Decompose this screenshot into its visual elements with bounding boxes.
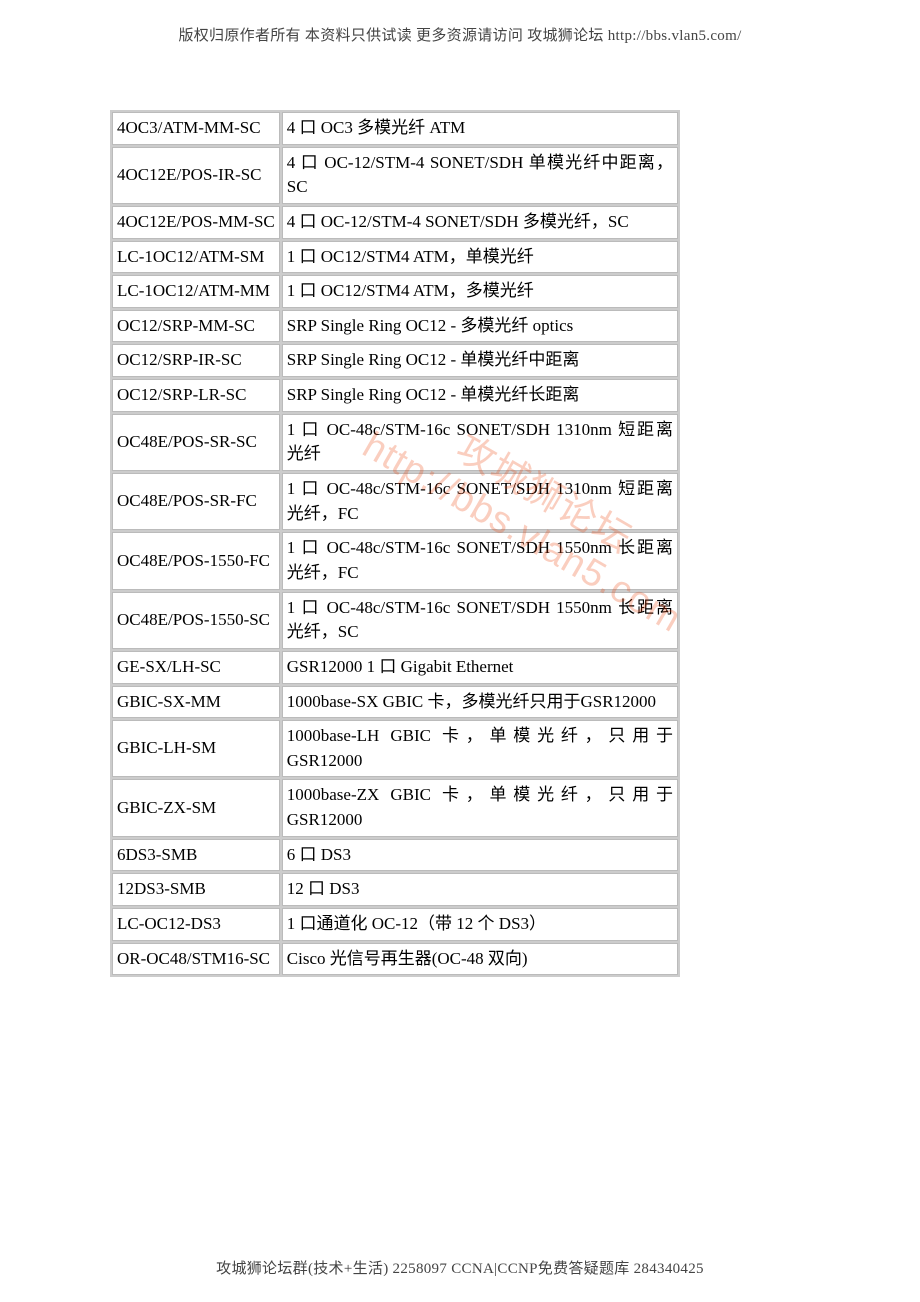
product-code-cell: OC48E/POS-1550-SC [112,592,280,649]
table-row: OC12/SRP-IR-SCSRP Single Ring OC12 - 单模光… [112,344,678,377]
product-desc-cell: 12 口 DS3 [282,873,678,906]
table-row: LC-1OC12/ATM-SM1 口 OC12/STM4 ATM，单模光纤 [112,241,678,274]
product-desc-cell: 1000base-SX GBIC 卡，多模光纤只用于GSR12000 [282,686,678,719]
product-code-cell: 12DS3-SMB [112,873,280,906]
product-desc-cell: 1 口 OC12/STM4 ATM，单模光纤 [282,241,678,274]
table-row: GBIC-SX-MM1000base-SX GBIC 卡，多模光纤只用于GSR1… [112,686,678,719]
table-row: OC12/SRP-LR-SCSRP Single Ring OC12 - 单模光… [112,379,678,412]
product-code-cell: GBIC-ZX-SM [112,779,280,836]
table-row: OC48E/POS-1550-SC1 口 OC-48c/STM-16c SONE… [112,592,678,649]
product-code-cell: OC48E/POS-SR-SC [112,414,280,471]
table-row: LC-OC12-DS31 口通道化 OC-12（带 12 个 DS3） [112,908,678,941]
product-code-cell: OR-OC48/STM16-SC [112,943,280,976]
product-desc-cell: 1 口 OC-48c/STM-16c SONET/SDH 1550nm 长距离光… [282,532,678,589]
page-body: 4OC3/ATM-MM-SC4 口 OC3 多模光纤 ATM4OC12E/POS… [110,110,810,977]
product-code-cell: LC-1OC12/ATM-SM [112,241,280,274]
product-code-cell: LC-OC12-DS3 [112,908,280,941]
product-code-cell: 4OC3/ATM-MM-SC [112,112,280,145]
product-desc-cell: 1 口 OC-48c/STM-16c SONET/SDH 1310nm 短距离光… [282,414,678,471]
product-code-cell: 4OC12E/POS-IR-SC [112,147,280,204]
product-desc-cell: 4 口 OC3 多模光纤 ATM [282,112,678,145]
product-desc-cell: Cisco 光信号再生器(OC-48 双向) [282,943,678,976]
product-code-cell: OC48E/POS-SR-FC [112,473,280,530]
product-code-cell: OC48E/POS-1550-FC [112,532,280,589]
table-row: OR-OC48/STM16-SCCisco 光信号再生器(OC-48 双向) [112,943,678,976]
product-desc-cell: SRP Single Ring OC12 - 多模光纤 optics [282,310,678,343]
product-desc-cell: 4 口 OC-12/STM-4 SONET/SDH 多模光纤，SC [282,206,678,239]
product-desc-cell: GSR12000 1 口 Gigabit Ethernet [282,651,678,684]
product-code-cell: LC-1OC12/ATM-MM [112,275,280,308]
page-header: 版权归原作者所有 本资料只供试读 更多资源请访问 攻城狮论坛 http://bb… [0,24,920,45]
product-desc-cell: 1 口 OC12/STM4 ATM，多模光纤 [282,275,678,308]
table-row: OC12/SRP-MM-SCSRP Single Ring OC12 - 多模光… [112,310,678,343]
product-desc-cell: SRP Single Ring OC12 - 单模光纤长距离 [282,379,678,412]
product-desc-cell: 1 口通道化 OC-12（带 12 个 DS3） [282,908,678,941]
product-code-cell: 6DS3-SMB [112,839,280,872]
product-code-cell: OC12/SRP-MM-SC [112,310,280,343]
table-row: 4OC3/ATM-MM-SC4 口 OC3 多模光纤 ATM [112,112,678,145]
product-desc-cell: SRP Single Ring OC12 - 单模光纤中距离 [282,344,678,377]
table-row: 4OC12E/POS-MM-SC4 口 OC-12/STM-4 SONET/SD… [112,206,678,239]
product-code-cell: GE-SX/LH-SC [112,651,280,684]
product-table: 4OC3/ATM-MM-SC4 口 OC3 多模光纤 ATM4OC12E/POS… [110,110,680,977]
table-row: OC48E/POS-SR-SC1 口 OC-48c/STM-16c SONET/… [112,414,678,471]
product-desc-cell: 4 口 OC-12/STM-4 SONET/SDH 单模光纤中距离，SC [282,147,678,204]
page-footer: 攻城狮论坛群(技术+生活) 2258097 CCNA|CCNP免费答疑题库 28… [0,1257,920,1278]
product-code-cell: GBIC-LH-SM [112,720,280,777]
table-row: OC48E/POS-1550-FC1 口 OC-48c/STM-16c SONE… [112,532,678,589]
product-code-cell: GBIC-SX-MM [112,686,280,719]
product-code-cell: OC12/SRP-LR-SC [112,379,280,412]
product-desc-cell: 1 口 OC-48c/STM-16c SONET/SDH 1550nm 长距离光… [282,592,678,649]
product-desc-cell: 1000base-LH GBIC 卡，单模光纤，只用于GSR12000 [282,720,678,777]
table-row: OC48E/POS-SR-FC1 口 OC-48c/STM-16c SONET/… [112,473,678,530]
table-row: 6DS3-SMB6 口 DS3 [112,839,678,872]
table-row: LC-1OC12/ATM-MM1 口 OC12/STM4 ATM，多模光纤 [112,275,678,308]
table-row: GE-SX/LH-SCGSR12000 1 口 Gigabit Ethernet [112,651,678,684]
table-row: 4OC12E/POS-IR-SC4 口 OC-12/STM-4 SONET/SD… [112,147,678,204]
product-code-cell: 4OC12E/POS-MM-SC [112,206,280,239]
product-code-cell: OC12/SRP-IR-SC [112,344,280,377]
table-row: GBIC-ZX-SM1000base-ZX GBIC 卡，单模光纤，只用于GSR… [112,779,678,836]
table-row: 12DS3-SMB12 口 DS3 [112,873,678,906]
table-row: GBIC-LH-SM1000base-LH GBIC 卡，单模光纤，只用于GSR… [112,720,678,777]
product-desc-cell: 1 口 OC-48c/STM-16c SONET/SDH 1310nm 短距离光… [282,473,678,530]
product-desc-cell: 6 口 DS3 [282,839,678,872]
product-desc-cell: 1000base-ZX GBIC 卡，单模光纤，只用于GSR12000 [282,779,678,836]
